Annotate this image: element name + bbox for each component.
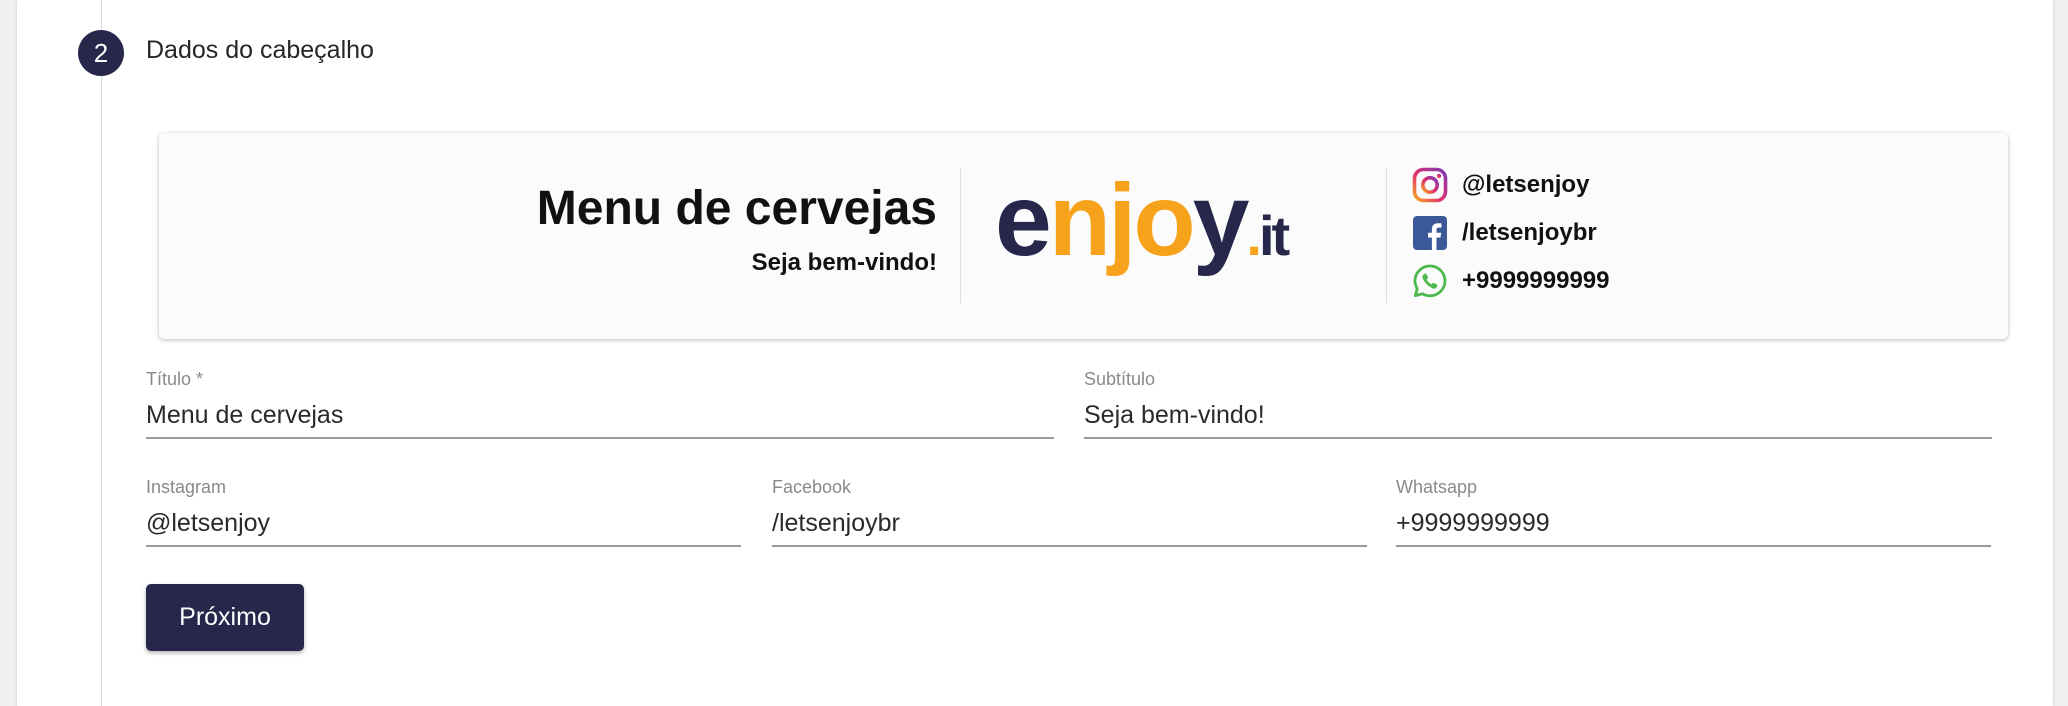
instagram-label: Instagram [146, 477, 227, 497]
logo-text-it: it [1259, 204, 1290, 267]
logo-text-e: e [995, 163, 1049, 277]
subtitulo-input[interactable] [1084, 399, 1992, 431]
preview-facebook-text: /letsenjoybr [1462, 219, 1597, 246]
logo-text-dot: . [1246, 204, 1259, 267]
titulo-underline [146, 437, 1054, 439]
preview-instagram-text: @letsenjoy [1462, 171, 1590, 198]
preview-divider-left [960, 167, 961, 303]
whatsapp-label: Whatsapp [1396, 477, 1478, 497]
whatsapp-input[interactable] [1396, 507, 1991, 539]
preview-subtitle: Seja bem-vindo! [751, 249, 937, 276]
facebook-underline [772, 545, 1367, 547]
preview-divider-right [1386, 167, 1387, 303]
preview-title: Menu de cervejas [536, 182, 937, 235]
facebook-input[interactable] [772, 507, 1367, 539]
titulo-input[interactable] [146, 399, 1054, 431]
instagram-field: Instagram [146, 477, 741, 549]
titulo-field: Título * [146, 369, 1054, 441]
svg-text:enjoy.it: enjoy.it [995, 163, 1290, 277]
instagram-input[interactable] [146, 507, 741, 539]
next-button[interactable]: Próximo [146, 584, 304, 651]
preview-instagram-row: @letsenjoy [1412, 167, 1589, 203]
step-title[interactable]: Dados do cabeçalho [146, 36, 374, 65]
logo-text-y: y [1193, 163, 1250, 277]
facebook-label: Facebook [772, 477, 852, 497]
preview-whatsapp-text: +9999999999 [1462, 267, 1610, 294]
facebook-field: Facebook [772, 477, 1367, 549]
subtitulo-label: Subtítulo [1084, 369, 1156, 389]
preview-whatsapp-row: +9999999999 [1412, 263, 1610, 299]
stepper-card: 2 Dados do cabeçalho Menu de cervejas Se… [17, 0, 2053, 706]
subtitulo-underline [1084, 437, 1992, 439]
preview-facebook-row: /letsenjoybr [1412, 215, 1597, 251]
instagram-underline [146, 545, 741, 547]
whatsapp-icon [1413, 264, 1447, 298]
whatsapp-field: Whatsapp [1396, 477, 1991, 549]
enjoy-logo: enjoy.it [995, 163, 1293, 277]
step-number-badge: 2 [78, 30, 124, 76]
instagram-icon [1412, 167, 1448, 203]
whatsapp-underline [1396, 545, 1991, 547]
stepper-connector-line [101, 0, 102, 706]
titulo-label: Título * [146, 369, 204, 389]
subtitulo-field: Subtítulo [1084, 369, 1992, 441]
facebook-icon [1413, 216, 1447, 250]
logo-text-njo: njo [1049, 163, 1193, 277]
header-preview: Menu de cervejas Seja bem-vindo! enjoy.i… [159, 133, 2008, 339]
